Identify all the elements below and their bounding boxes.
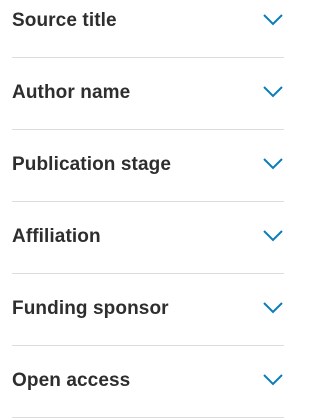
- filter-source-title[interactable]: Source title: [0, 0, 286, 58]
- filter-accordion-list: Source title Author name Publication sta…: [0, 0, 286, 419]
- chevron-down-icon[interactable]: [262, 299, 284, 315]
- filter-label: Author name: [12, 82, 131, 103]
- filter-label: Open access: [12, 370, 131, 391]
- filter-author-name[interactable]: Author name: [0, 58, 286, 130]
- filter-label: Funding sponsor: [12, 298, 169, 319]
- divider: [12, 417, 284, 418]
- chevron-down-icon[interactable]: [262, 83, 284, 99]
- chevron-down-icon[interactable]: [262, 371, 284, 387]
- chevron-down-icon[interactable]: [262, 227, 284, 243]
- filter-label: Publication stage: [12, 154, 172, 175]
- filter-open-access[interactable]: Open access: [0, 346, 286, 418]
- chevron-down-icon[interactable]: [262, 155, 284, 171]
- filter-affiliation[interactable]: Affiliation: [0, 202, 286, 274]
- chevron-down-icon[interactable]: [262, 11, 284, 27]
- filter-label: Source title: [12, 10, 117, 31]
- filter-funding-sponsor[interactable]: Funding sponsor: [0, 274, 286, 346]
- filter-label: Affiliation: [12, 226, 101, 247]
- filter-publication-stage[interactable]: Publication stage: [0, 130, 286, 202]
